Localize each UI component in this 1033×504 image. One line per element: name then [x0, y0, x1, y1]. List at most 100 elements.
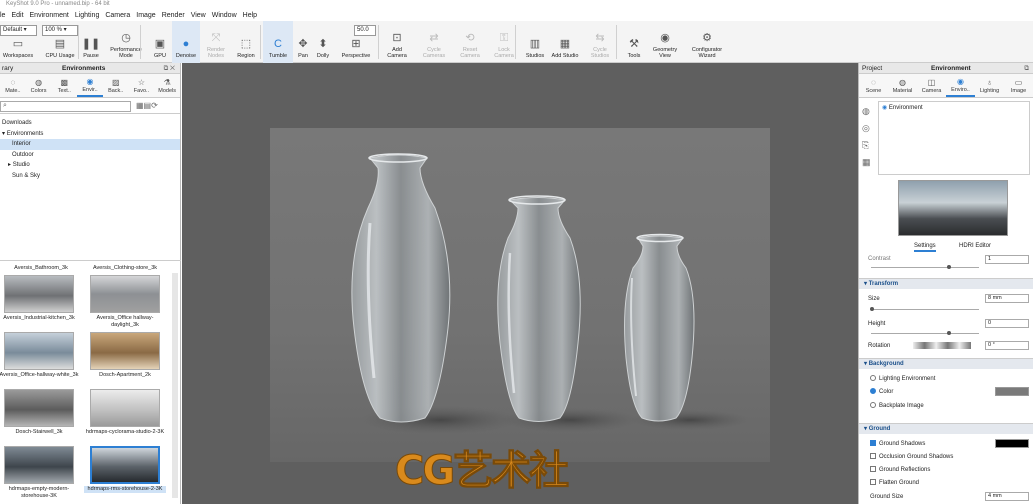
library-tab[interactable]: ▩ Text..: [51, 74, 77, 97]
ground-size-field[interactable]: 4 mm: [985, 492, 1029, 501]
configurator-wizard-button[interactable]: ⚙ Configurator Wizard: [684, 21, 730, 63]
project-tab[interactable]: ◍ Material: [888, 74, 917, 97]
project-tab[interactable]: ◌ Scene: [859, 74, 888, 97]
environment-thumbnail[interactable]: [90, 332, 160, 370]
gpu-button[interactable]: ▣ GPU: [150, 21, 170, 63]
ground-reflections-checkbox[interactable]: Ground Reflections: [870, 466, 930, 474]
bg-option-backplate[interactable]: Backplate Image: [870, 402, 924, 410]
environment-thumbnail[interactable]: [90, 275, 160, 313]
library-search-input[interactable]: ⌕: [0, 101, 131, 112]
menu-item[interactable]: Window: [212, 10, 237, 21]
cycle-cameras-button[interactable]: ⇄ Cycle Cameras: [418, 21, 450, 63]
hdri-preview[interactable]: [898, 180, 1008, 236]
background-section[interactable]: ▾ Background: [859, 358, 1033, 369]
shadow-color-swatch[interactable]: [995, 439, 1029, 448]
project-tab[interactable]: ◫ Camera: [917, 74, 946, 97]
environment-thumbnail[interactable]: [4, 332, 74, 370]
perspective-button[interactable]: ⊞ Perspective: [336, 21, 376, 63]
library-view-icons[interactable]: ▦▤⟳: [136, 101, 158, 110]
ground-shadows-checkbox[interactable]: Ground Shadows: [870, 440, 925, 448]
occlusion-shadows-checkbox[interactable]: Occlusion Ground Shadows: [870, 453, 953, 461]
tree-item[interactable]: Outdoor: [0, 150, 180, 161]
workspaces-button[interactable]: ▭ Workspaces: [0, 21, 36, 63]
contrast-field[interactable]: 1: [985, 255, 1029, 264]
menu-item[interactable]: Lighting: [75, 10, 100, 21]
tree-item[interactable]: Interior: [0, 139, 180, 150]
denoise-button[interactable]: ● Denoise: [172, 21, 200, 63]
library-tabs: ◌ Mate.. ◍ Colors ▩ Text.. ◉ Envir.. ▨ Back.. ☆ Fav…: [0, 74, 180, 98]
size-slider[interactable]: [871, 309, 979, 310]
size-field[interactable]: 8 mm: [985, 294, 1029, 303]
tab-hdri-editor[interactable]: HDRI Editor: [959, 243, 991, 249]
cycle-cameras-icon: ⇄: [429, 32, 439, 44]
region-button[interactable]: ⬚ Region: [232, 21, 260, 63]
toolbar-label: Add Camera: [387, 47, 407, 59]
menu-item[interactable]: Edit: [11, 10, 23, 21]
tab-settings[interactable]: Settings: [914, 243, 936, 252]
size-knob[interactable]: [870, 307, 874, 311]
library-tab[interactable]: ◍ Colors: [26, 74, 52, 97]
project-tab[interactable]: ▭ Image: [1004, 74, 1033, 97]
menu-item[interactable]: Help: [243, 10, 257, 21]
tools-button[interactable]: ⚒ Tools: [621, 21, 647, 63]
float-icon[interactable]: ⧉: [1024, 63, 1029, 74]
tree-item[interactable]: Downloads: [0, 118, 180, 129]
height-knob[interactable]: [947, 331, 951, 335]
toolbar-label: Add Studio: [551, 53, 579, 59]
transform-section[interactable]: ▾ Transform: [859, 278, 1033, 289]
library-tab[interactable]: ☆ Favo..: [129, 74, 155, 97]
menu-item[interactable]: Camera: [105, 10, 130, 21]
environment-list-item[interactable]: ◉ Environment: [879, 102, 1029, 113]
menu-item[interactable]: Environment: [30, 10, 69, 21]
project-tab[interactable]: ◉ Enviro..: [946, 74, 975, 97]
library-tab[interactable]: ▨ Back..: [103, 74, 129, 97]
environment-thumbnail[interactable]: [4, 275, 74, 313]
environment-thumbnail[interactable]: [4, 446, 74, 484]
menu-item[interactable]: le: [0, 10, 5, 21]
rotation-field[interactable]: 0 °: [985, 341, 1029, 350]
environment-thumbnail[interactable]: [4, 389, 74, 427]
rotation-wheel[interactable]: [913, 342, 971, 349]
add-camera-button[interactable]: ⊡ Add Camera: [382, 21, 412, 63]
library-tab[interactable]: ◌ Mate..: [0, 74, 26, 97]
render-nodes-button[interactable]: ⤧ Render Nodes: [202, 21, 230, 63]
bg-option-color[interactable]: Color: [870, 388, 893, 396]
contrast-slider[interactable]: [871, 267, 979, 268]
dolly-button[interactable]: ⬍ Dolly: [313, 21, 333, 63]
close-icon[interactable]: ⧉ ✕: [164, 63, 175, 74]
toolbar-label: GPU: [154, 53, 166, 59]
reset-camera-button[interactable]: ⟲ Reset Camera: [454, 21, 486, 63]
menu-item[interactable]: Render: [162, 10, 185, 21]
library-tab[interactable]: ◉ Envir..: [77, 74, 103, 97]
bg-color-swatch[interactable]: [995, 387, 1029, 396]
tumble-button[interactable]: C Tumble: [263, 21, 293, 63]
cpu-usage-button[interactable]: ▤ CPU Usage: [42, 21, 78, 63]
bg-option-lighting[interactable]: Lighting Environment: [870, 375, 935, 383]
thumbnail-label: Aversis_Office hallway-daylight_3k: [96, 315, 154, 328]
environment-thumbnail[interactable]: [90, 389, 160, 427]
menu-item[interactable]: View: [191, 10, 206, 21]
thumbnail-scrollbar[interactable]: [172, 273, 178, 498]
height-field[interactable]: 0: [985, 319, 1029, 328]
pan-button[interactable]: ✥ Pan: [294, 21, 312, 63]
geometry-view-button[interactable]: ◉ Geometry View: [648, 21, 682, 63]
project-tab[interactable]: ♁ Lighting: [975, 74, 1004, 97]
library-tab[interactable]: ⚗ Models: [154, 74, 180, 97]
contrast-knob[interactable]: [947, 265, 951, 269]
toolbar-label: Geometry View: [652, 47, 678, 59]
add-studio-button[interactable]: ▦ Add Studio: [550, 21, 580, 63]
env-side-icons[interactable]: ◍ ◎ ⎘ ▦: [862, 103, 876, 173]
environment-thumbnail[interactable]: [90, 446, 160, 484]
tree-item[interactable]: ▸ Studio: [0, 160, 180, 171]
render-area[interactable]: [270, 128, 770, 462]
ground-section[interactable]: ▾ Ground: [859, 423, 1033, 434]
cycle-studios-button[interactable]: ⇆ Cycle Studios: [584, 21, 616, 63]
flatten-ground-checkbox[interactable]: Flatten Ground: [870, 479, 919, 487]
menu-item[interactable]: Image: [136, 10, 155, 21]
height-slider[interactable]: [871, 333, 979, 334]
env-subtabs: Settings HDRI Editor: [859, 243, 1033, 255]
pause-button[interactable]: ❚❚ Pause: [80, 21, 102, 63]
tree-item[interactable]: ▾ Environments: [0, 129, 180, 140]
tree-item[interactable]: Sun & Sky: [0, 171, 180, 182]
studios-button[interactable]: ▥ Studios: [520, 21, 550, 63]
